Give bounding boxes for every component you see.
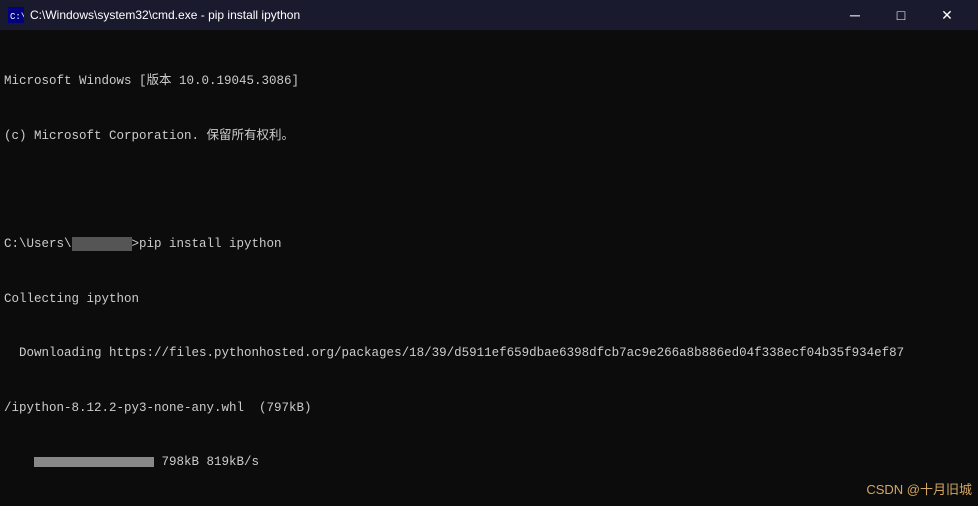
line-ipython-whl: /ipython-8.12.2-py3-none-any.whl (797kB) — [4, 399, 974, 417]
title-bar: C:\ C:\Windows\system32\cmd.exe - pip in… — [0, 0, 978, 30]
svg-text:C:\: C:\ — [10, 12, 24, 22]
progress-bar-1 — [34, 457, 154, 467]
title-separator: - — [197, 8, 208, 22]
watermark: CSDN @十月旧城 — [866, 481, 972, 500]
minimize-button[interactable]: ─ — [832, 0, 878, 30]
window: C:\ C:\Windows\system32\cmd.exe - pip in… — [0, 0, 978, 506]
maximize-button[interactable]: □ — [878, 0, 924, 30]
line-1: Microsoft Windows [版本 10.0.19045.3086] — [4, 72, 974, 90]
line-progress-1: 798kB 819kB/s — [4, 453, 974, 471]
title-command: pip install ipython — [208, 8, 300, 22]
title-bar-text: C:\Windows\system32\cmd.exe - pip instal… — [30, 8, 832, 22]
title-bar-controls: ─ □ ✕ — [832, 0, 970, 30]
close-button[interactable]: ✕ — [924, 0, 970, 30]
line-2: (c) Microsoft Corporation. 保留所有权利。 — [4, 127, 974, 145]
line-blank-1 — [4, 181, 974, 199]
line-prompt: C:\Users\ >pip install ipython — [4, 235, 974, 253]
terminal-output[interactable]: Microsoft Windows [版本 10.0.19045.3086] (… — [0, 30, 978, 506]
line-collecting-ipython: Collecting ipython — [4, 290, 974, 308]
cmd-icon: C:\ — [8, 7, 24, 23]
line-dl-ipython: Downloading https://files.pythonhosted.o… — [4, 344, 974, 362]
title-path: C:\Windows\system32\cmd.exe — [30, 8, 197, 22]
